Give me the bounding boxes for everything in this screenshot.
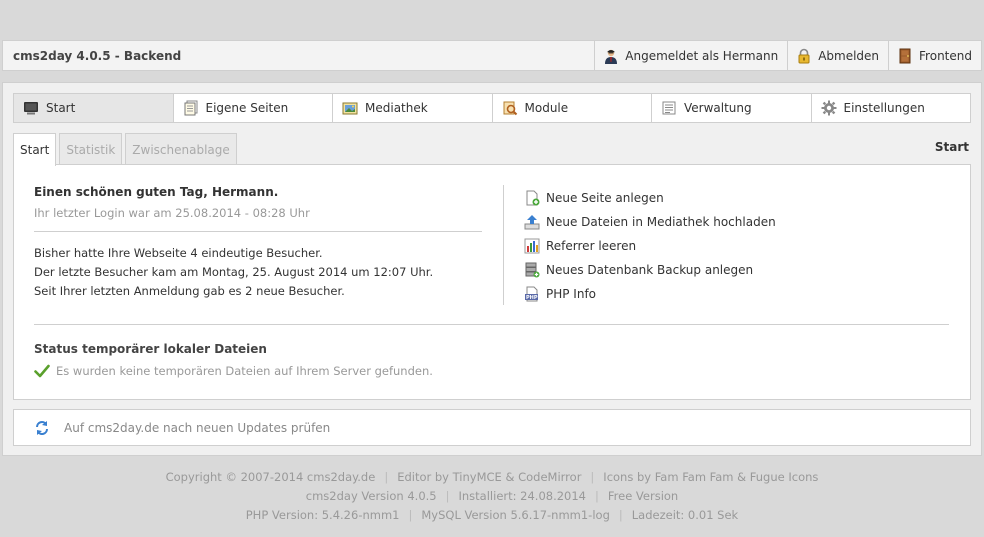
module-icon bbox=[502, 100, 518, 116]
subtab-statistik[interactable]: Statistik bbox=[59, 133, 123, 165]
sub-tabs: Start Statistik Zwischenablage bbox=[13, 133, 237, 166]
pages-icon bbox=[183, 100, 199, 116]
start-panel: Einen schönen guten Tag, Hermann. Ihr le… bbox=[13, 164, 971, 400]
welcome-section: Einen schönen guten Tag, Hermann. Ihr le… bbox=[34, 185, 484, 301]
user-status-label: Angemeldet als Hermann bbox=[625, 48, 779, 63]
footer-line: cms2day Version 4.0.5 | Installiert: 24.08… bbox=[0, 487, 984, 506]
action-label: Neues Datenbank Backup anlegen bbox=[546, 263, 754, 277]
action-label: PHP Info bbox=[546, 287, 597, 301]
upload-media-link[interactable]: Neue Dateien in Mediathek hochladen bbox=[524, 210, 776, 234]
separator: | bbox=[384, 470, 389, 484]
separator: | bbox=[445, 489, 450, 503]
tab-verwaltung[interactable]: Verwaltung bbox=[652, 94, 812, 122]
check-updates-label: Auf cms2day.de nach neuen Updates prüfen bbox=[64, 420, 331, 435]
load-time: Ladezeit: 0.01 Sek bbox=[631, 508, 739, 522]
divider bbox=[34, 231, 482, 232]
footer-line: PHP Version: 5.4.26-nmm1 | MySQL Version 5… bbox=[0, 506, 984, 525]
tab-mediathek[interactable]: Mediathek bbox=[333, 94, 493, 122]
database-add-icon bbox=[524, 262, 540, 278]
tab-eigene-seiten[interactable]: Eigene Seiten bbox=[174, 94, 333, 122]
lock-icon bbox=[796, 48, 812, 64]
monitor-icon bbox=[23, 100, 39, 116]
page-title: Start bbox=[934, 140, 969, 154]
clear-referrer-link[interactable]: Referrer leeren bbox=[524, 234, 776, 258]
footer: Copyright © 2007-2014 cms2day.de | Editor … bbox=[0, 468, 984, 525]
php-info-link[interactable]: PHP PHP Info bbox=[524, 282, 776, 306]
frontend-button[interactable]: Frontend bbox=[888, 41, 981, 70]
tab-label: Einstellungen bbox=[843, 101, 925, 115]
separator: | bbox=[618, 508, 623, 522]
copyright: Copyright © 2007-2014 cms2day.de bbox=[165, 470, 376, 484]
icons-credit: Icons by Fam Fam Fam & Fugue Icons bbox=[603, 470, 819, 484]
gear-icon bbox=[821, 100, 837, 116]
status-message: Es wurden keine temporären Dateien auf I… bbox=[34, 363, 433, 379]
visitor-line: Seit Ihrer letzten Anmeldung gab es 2 ne… bbox=[34, 284, 345, 298]
check-updates-button[interactable]: Auf cms2day.de nach neuen Updates prüfen bbox=[13, 409, 971, 446]
php-version: PHP Version: 5.4.26-nmm1 bbox=[245, 508, 400, 522]
tab-start[interactable]: Start bbox=[14, 94, 174, 122]
install-date: Installiert: 24.08.2014 bbox=[458, 489, 587, 503]
visitor-line: Bisher hatte Ihre Webseite 4 eindeutige … bbox=[34, 246, 323, 260]
frontend-label: Frontend bbox=[919, 48, 972, 63]
separator: | bbox=[590, 470, 595, 484]
mysql-version: MySQL Version 5.6.17-nmm1-log bbox=[421, 508, 610, 522]
logout-label: Abmelden bbox=[818, 48, 880, 63]
media-icon bbox=[342, 100, 358, 116]
tab-label: Mediathek bbox=[365, 101, 428, 115]
vertical-divider bbox=[503, 185, 504, 305]
app-title: cms2day 4.0.5 - Backend bbox=[13, 48, 182, 63]
action-label: Neue Seite anlegen bbox=[546, 191, 664, 205]
footer-line: Copyright © 2007-2014 cms2day.de | Editor … bbox=[0, 468, 984, 487]
divider bbox=[34, 324, 949, 325]
status-text: Es wurden keine temporären Dateien auf I… bbox=[56, 364, 433, 378]
refresh-icon bbox=[34, 420, 50, 436]
subtab-zwischenablage[interactable]: Zwischenablage bbox=[125, 133, 237, 165]
database-backup-link[interactable]: Neues Datenbank Backup anlegen bbox=[524, 258, 776, 282]
version: cms2day Version 4.0.5 bbox=[305, 489, 437, 503]
separator: | bbox=[408, 508, 413, 522]
tab-label: Eigene Seiten bbox=[205, 101, 289, 115]
last-login: Ihr letzter Login war am 25.08.2014 - 08… bbox=[34, 206, 310, 220]
visitor-stats: Bisher hatte Ihre Webseite 4 eindeutige … bbox=[34, 244, 484, 301]
tab-label: Verwaltung bbox=[684, 101, 752, 115]
chart-bar-icon bbox=[524, 238, 540, 254]
main-content: Start Eigene Seiten Mediathek Module Ver… bbox=[2, 82, 982, 456]
top-bar: cms2day 4.0.5 - Backend Angemeldet als H… bbox=[2, 40, 982, 71]
logout-button[interactable]: Abmelden bbox=[787, 41, 888, 70]
tab-module[interactable]: Module bbox=[493, 94, 652, 122]
tab-label: Module bbox=[524, 101, 569, 115]
tab-einstellungen[interactable]: Einstellungen bbox=[812, 94, 971, 122]
greeting: Einen schönen guten Tag, Hermann. bbox=[34, 185, 279, 199]
door-icon bbox=[897, 48, 913, 64]
status-title: Status temporärer lokaler Dateien bbox=[34, 342, 267, 356]
new-page-link[interactable]: Neue Seite anlegen bbox=[524, 186, 776, 210]
action-label: Neue Dateien in Mediathek hochladen bbox=[546, 215, 776, 229]
action-label: Referrer leeren bbox=[546, 239, 637, 253]
check-icon bbox=[34, 363, 50, 379]
separator: | bbox=[595, 489, 599, 503]
main-nav-tabs: Start Eigene Seiten Mediathek Module Ver… bbox=[13, 93, 971, 123]
svg-text:PHP: PHP bbox=[526, 295, 538, 301]
editor-credit: Editor by TinyMCE & CodeMirror bbox=[397, 470, 582, 484]
subtab-start[interactable]: Start bbox=[13, 133, 57, 166]
quick-actions: Neue Seite anlegen Neue Dateien in Media… bbox=[524, 186, 776, 306]
visitor-line: Der letzte Besucher kam am Montag, 25. A… bbox=[34, 265, 434, 279]
admin-icon bbox=[661, 100, 677, 116]
user-icon bbox=[603, 48, 619, 64]
php-icon: PHP bbox=[524, 286, 540, 302]
page-add-icon bbox=[524, 190, 540, 206]
license: Free Version bbox=[607, 489, 679, 503]
upload-icon bbox=[524, 214, 540, 230]
tab-label: Start bbox=[46, 101, 76, 115]
user-status[interactable]: Angemeldet als Hermann bbox=[594, 41, 787, 70]
